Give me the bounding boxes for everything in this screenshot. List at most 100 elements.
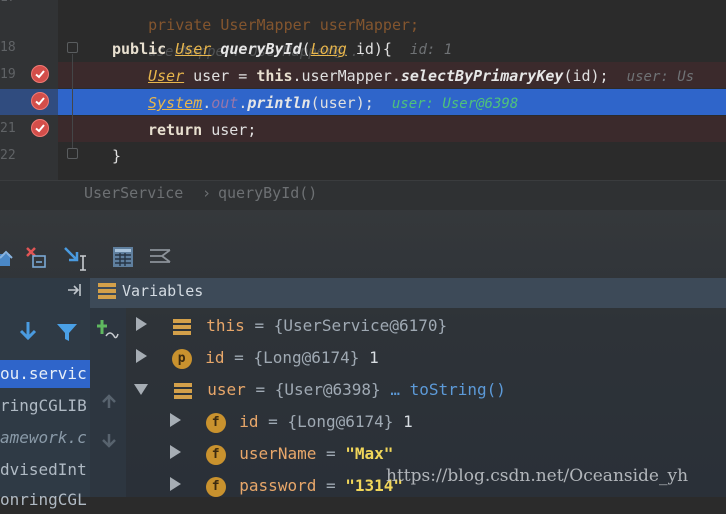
frame-label: ringCGLIB xyxy=(0,396,87,415)
type-name: User xyxy=(148,67,185,85)
variables-header: Variables xyxy=(90,278,726,308)
object-icon xyxy=(172,318,191,335)
breakpoint-icon[interactable] xyxy=(31,65,49,83)
variable-row[interactable]: p id = {Long@6174} 1 xyxy=(136,343,379,373)
variables-title: Variables xyxy=(122,282,204,300)
inline-hint: id: 1 xyxy=(410,42,453,58)
variables-toolbar xyxy=(90,278,126,497)
frame-label: onringCGL xyxy=(0,490,87,509)
variable-name: this xyxy=(206,316,245,335)
variable-eq: = xyxy=(245,380,275,399)
line-number: 18 xyxy=(0,40,16,55)
line-number: 21 xyxy=(0,121,16,136)
new-watch-icon[interactable] xyxy=(96,318,120,342)
line-number: 17 xyxy=(0,0,16,5)
variable-eq: = xyxy=(224,348,254,367)
field-icon: f xyxy=(205,476,226,497)
evaluate-expression-icon[interactable] xyxy=(112,246,134,268)
keyword: return xyxy=(148,121,203,139)
frame-item[interactable]: amework.c xyxy=(0,424,90,452)
variable-name: userName xyxy=(239,444,317,463)
keyword: public xyxy=(112,40,167,58)
filter-icon[interactable] xyxy=(56,322,78,342)
code-text: (user); xyxy=(310,94,374,112)
code-line-20: System.out.println(user); user: User@639… xyxy=(148,90,518,116)
code-line-18: public User queryById(Long id){ id: 1 xyxy=(112,36,452,62)
method-name: queryById xyxy=(220,40,302,58)
variables-icon xyxy=(98,283,116,299)
move-down-icon[interactable] xyxy=(100,432,118,448)
watermark: https://blog.csdn.net/Oceanside_yh xyxy=(386,466,689,486)
code-text: ( xyxy=(301,40,311,58)
trace-icon[interactable] xyxy=(148,246,172,268)
breakpoint-icon[interactable] xyxy=(31,92,49,110)
variable-value: {Long@6174} xyxy=(287,412,394,431)
variable-eq: = xyxy=(258,412,288,431)
code-line-22: } xyxy=(112,143,121,169)
code-text: id){ xyxy=(355,40,392,58)
type-name: Long xyxy=(310,40,347,58)
code-text: (id); xyxy=(563,67,609,85)
code-text: . xyxy=(292,67,302,85)
parameter-icon: p xyxy=(171,348,192,369)
fold-marker-icon[interactable] xyxy=(67,42,78,53)
code-editor[interactable]: 17 18 19 21 22 private UserMapper userMa… xyxy=(0,0,726,180)
frame-item[interactable]: ou.servic xyxy=(0,360,90,388)
breadcrumb-separator: › xyxy=(202,184,212,202)
breakpoint-icon[interactable] xyxy=(31,119,49,137)
variable-row[interactable]: f userName = "Max" xyxy=(170,439,393,469)
move-up-icon[interactable] xyxy=(100,394,118,410)
frame-options-icon[interactable] xyxy=(66,282,88,298)
expand-arrow-icon[interactable] xyxy=(136,317,147,331)
expand-arrow-icon[interactable] xyxy=(170,477,181,491)
code-text: private UserMapper userMapper; xyxy=(148,16,420,34)
drop-frame-icon[interactable] xyxy=(25,246,49,270)
breadcrumb-method[interactable]: queryById() xyxy=(218,184,317,202)
expand-arrow-icon[interactable] xyxy=(170,413,181,427)
frame-label: ou.servic xyxy=(0,364,87,383)
collapse-arrow-icon[interactable] xyxy=(134,384,148,395)
variable-value: {User@6398} xyxy=(274,380,381,399)
field-name: out xyxy=(211,94,239,112)
method-name: println xyxy=(247,94,311,112)
type-name: System xyxy=(148,94,203,112)
variable-name: password xyxy=(239,476,317,495)
variable-string: "Max" xyxy=(345,444,394,463)
variable-name: id xyxy=(205,348,225,367)
frame-item[interactable]: dvisedInt xyxy=(0,456,90,484)
code-text: . xyxy=(238,94,248,112)
expand-arrow-icon[interactable] xyxy=(136,349,147,363)
expand-arrow-icon[interactable] xyxy=(170,445,181,459)
frames-panel[interactable]: ou.servic ringCGLIB amework.c dvisedInt … xyxy=(0,278,90,509)
run-to-cursor-icon[interactable] xyxy=(63,246,89,272)
frame-item[interactable]: onringCGL xyxy=(0,486,90,514)
method-name: selectByPrimaryKey xyxy=(400,67,564,85)
code-text: = xyxy=(229,67,257,85)
tostring-link[interactable]: … toString() xyxy=(390,380,506,399)
code-text: . xyxy=(391,67,401,85)
variable-row[interactable]: this = {UserService@6170} xyxy=(136,311,447,341)
gutter-current-line xyxy=(0,89,58,115)
breadcrumb-class[interactable]: UserService xyxy=(84,184,183,202)
code-line-19: User user = this.userMapper.selectByPrim… xyxy=(148,63,694,89)
code-line-21: return user; xyxy=(148,117,256,143)
variable-number: 1 xyxy=(403,412,413,431)
code-text: } xyxy=(112,147,122,165)
frame-label: dvisedInt xyxy=(0,460,87,479)
step-out-icon[interactable] xyxy=(0,246,14,270)
line-number: 19 xyxy=(0,67,16,82)
variable-eq: = xyxy=(244,316,274,335)
frame-item[interactable]: ringCGLIB xyxy=(0,392,90,420)
code-line-17: private UserMapper userMapper; userMappe… xyxy=(112,0,419,60)
breadcrumb: UserService › queryById() xyxy=(0,180,726,211)
code-text: userMapper xyxy=(301,67,392,85)
down-arrow-icon[interactable] xyxy=(18,320,38,342)
variable-value: {Long@6174} xyxy=(253,348,360,367)
variable-row[interactable]: user = {User@6398} … toString() xyxy=(134,375,506,405)
variable-row[interactable]: f id = {Long@6174} 1 xyxy=(170,407,413,437)
line-number: 22 xyxy=(0,148,16,163)
variable-number: 1 xyxy=(369,348,379,367)
fold-marker-icon[interactable] xyxy=(67,148,78,159)
variable-eq: = xyxy=(316,476,346,495)
variable-eq: = xyxy=(316,444,346,463)
